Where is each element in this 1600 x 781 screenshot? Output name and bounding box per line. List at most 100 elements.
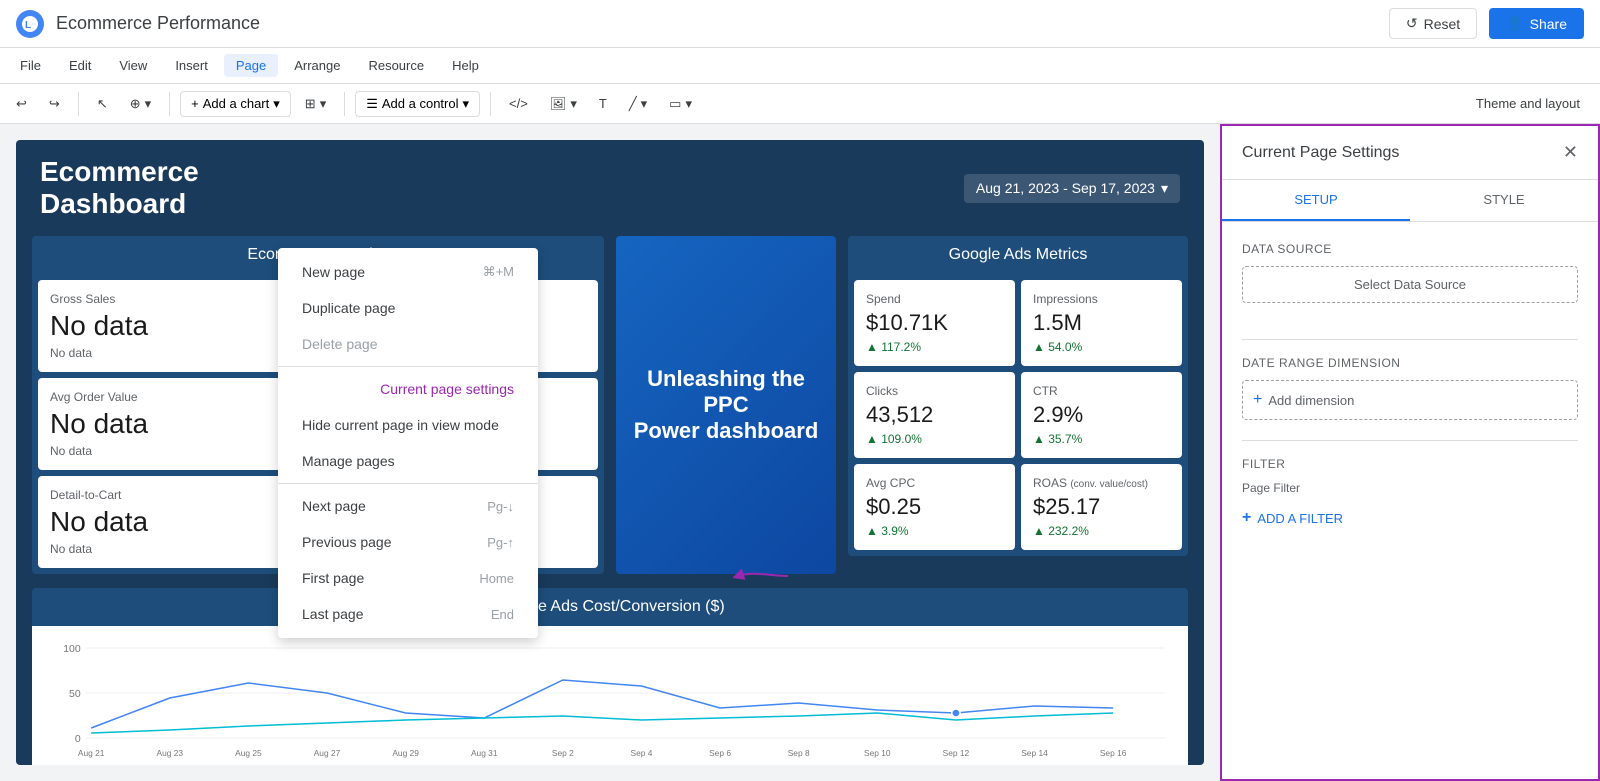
line-chevron-icon: ▾ [641,96,648,112]
menu-item-arrange[interactable]: Arrange [282,54,352,77]
image-button[interactable]: 🖼 ▾ [542,92,585,116]
ads-impressions: Impressions 1.5M ▲ 54.0% [1021,280,1182,366]
dashboard-title: EcommerceDashboard [40,156,199,220]
metric-detail-to-cart: Detail-to-Cart No data No data [38,476,315,568]
chevron-down-icon: ▾ [145,96,152,112]
plus-icon: + [1253,391,1262,409]
clicks-value: 43,512 [866,402,1003,428]
gross-sales-sub: No data [50,346,303,360]
menu-item-view[interactable]: View [107,54,159,77]
shape-button[interactable]: ▭ ▾ [661,92,700,116]
tab-style[interactable]: STYLE [1410,180,1598,221]
control-chevron-icon: ▾ [462,96,469,112]
settings-body: Data source Select Data Source Date Rang… [1222,222,1598,779]
code-button[interactable]: </> [501,92,536,115]
line-button[interactable]: ╱ ▾ [621,92,655,116]
avg-order-sub: No data [50,444,303,458]
impressions-change: ▲ 54.0% [1033,340,1170,354]
grid-icon: ⊞ [305,96,316,112]
menu-item-help[interactable]: Help [440,54,491,77]
divider-2 [278,483,538,484]
settings-divider-1 [1242,339,1578,340]
divider-1 [278,366,538,367]
separator-4 [490,92,491,116]
add-chart-button[interactable]: + Add a chart ▾ [180,91,291,117]
roas-label: ROAS (conv. value/cost) [1033,476,1170,490]
svg-text:Aug 23: Aug 23 [156,749,183,758]
share-icon: 👤 [1506,15,1523,32]
reset-button[interactable]: ↺ Reset [1389,8,1477,39]
select-data-source-button[interactable]: Select Data Source [1242,266,1578,303]
ads-spend: Spend $10.71K ▲ 117.2% [854,280,1015,366]
spend-change: ▲ 117.2% [866,340,1003,354]
undo-icon: ↩ [16,96,27,112]
dashboard-header: EcommerceDashboard Aug 21, 2023 - Sep 17… [16,140,1204,228]
share-button[interactable]: 👤 Share [1489,8,1584,39]
menu-delete-page[interactable]: Delete page [278,326,538,362]
tab-setup[interactable]: SETUP [1222,180,1410,221]
gross-sales-label: Gross Sales [50,292,303,306]
settings-header: Current Page Settings ✕ [1222,126,1598,180]
svg-text:Aug 27: Aug 27 [314,749,341,758]
date-chevron-icon: ▾ [1161,180,1168,197]
separator-1 [78,92,79,116]
menu-next-page[interactable]: Next page Pg-↓ [278,488,538,524]
menu-first-page[interactable]: First page Home [278,560,538,596]
zoom-icon: ⊕ [130,96,141,112]
grid-button[interactable]: ⊞ ▾ [297,92,334,116]
svg-text:Sep 6: Sep 6 [709,749,731,758]
svg-text:Aug 21: Aug 21 [78,749,105,758]
zoom-button[interactable]: ⊕ ▾ [122,92,159,116]
detail-to-cart-sub: No data [50,542,303,556]
svg-text:Sep 16: Sep 16 [1100,749,1127,758]
date-range-text: Aug 21, 2023 - Sep 17, 2023 [976,180,1155,196]
undo-button[interactable]: ↩ [8,92,35,116]
chart-dropdown-icon: ▾ [273,96,280,112]
svg-text:0: 0 [75,734,81,745]
detail-to-cart-value: No data [50,506,303,538]
menu-hide-page[interactable]: Hide current page in view mode [278,407,538,443]
text-button[interactable]: T [591,92,615,115]
text-icon: T [599,96,607,111]
svg-text:Aug 31: Aug 31 [471,749,498,758]
next-page-shortcut: Pg-↓ [487,499,514,514]
ctr-change: ▲ 35.7% [1033,432,1170,446]
menu-item-insert[interactable]: Insert [163,54,220,77]
svg-text:L: L [25,20,31,31]
svg-text:Sep 10: Sep 10 [864,749,891,758]
menu-current-page-settings[interactable]: Current page settings [278,371,538,407]
menu-new-page[interactable]: New page ⌘+M [278,254,538,290]
menu-previous-page[interactable]: Previous page Pg-↑ [278,524,538,560]
menu-item-file[interactable]: File [8,54,53,77]
redo-button[interactable]: ↪ [41,92,68,116]
svg-text:Aug 25: Aug 25 [235,749,262,758]
avg-order-value: No data [50,408,303,440]
menu-item-edit[interactable]: Edit [57,54,103,77]
svg-text:Sep 14: Sep 14 [1021,749,1048,758]
add-control-button[interactable]: ☰ Add a control ▾ [355,91,480,117]
ads-grid: Spend $10.71K ▲ 117.2% Impressions 1.5M … [848,274,1188,556]
impressions-value: 1.5M [1033,310,1170,336]
toolbar: ↩ ↪ ↖ ⊕ ▾ + Add a chart ▾ ⊞ ▾ ☰ Add a co… [0,84,1600,124]
chart-icon: + [191,96,199,111]
menu-item-resource[interactable]: Resource [356,54,436,77]
roas-change: ▲ 232.2% [1033,524,1170,538]
add-dimension-button[interactable]: + Add dimension [1242,380,1578,420]
svg-text:Sep 4: Sep 4 [630,749,652,758]
date-range-picker[interactable]: Aug 21, 2023 - Sep 17, 2023 ▾ [964,174,1180,203]
select-tool-button[interactable]: ↖ [89,92,116,116]
line-chart: 100 50 0 Aug 21 Aug 23 Aug 25 Aug 27 [44,638,1176,758]
menu-duplicate-page[interactable]: Duplicate page [278,290,538,326]
settings-close-button[interactable]: ✕ [1563,142,1578,163]
date-range-dimension-label: Date Range Dimension [1242,356,1578,370]
add-filter-button[interactable]: + ADD A FILTER [1242,503,1578,533]
chart-area: 100 50 0 Aug 21 Aug 23 Aug 25 Aug 27 [32,626,1188,765]
filter-plus-icon: + [1242,509,1251,527]
add-control-label: Add a control [382,96,459,111]
menu-manage-pages[interactable]: Manage pages [278,443,538,479]
menu-item-page[interactable]: Page [224,54,278,77]
dashboard: EcommerceDashboard Aug 21, 2023 - Sep 17… [16,140,1204,765]
theme-layout-button[interactable]: Theme and layout [1464,92,1592,115]
detail-to-cart-label: Detail-to-Cart [50,488,303,502]
menu-last-page[interactable]: Last page End [278,596,538,632]
